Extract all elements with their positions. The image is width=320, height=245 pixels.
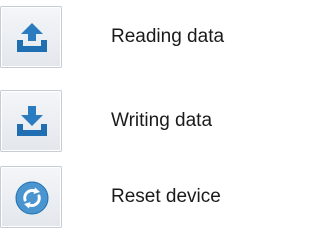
- reading-data-button[interactable]: [0, 6, 62, 68]
- reset-device-label: Reset device: [111, 186, 221, 207]
- reset-device-button[interactable]: [0, 166, 62, 228]
- action-row-reading-data: Reading data: [0, 0, 251, 80]
- refresh-icon: [15, 181, 49, 215]
- upload-tray-icon: [17, 23, 47, 52]
- reading-data-label: Reading data: [111, 26, 225, 47]
- writing-data-label: Writing data: [111, 110, 213, 131]
- writing-data-button[interactable]: [0, 90, 62, 152]
- action-row-reset-device: Reset device: [0, 164, 251, 244]
- download-tray-icon: [17, 106, 47, 136]
- action-row-writing-data: Writing data: [0, 84, 251, 164]
